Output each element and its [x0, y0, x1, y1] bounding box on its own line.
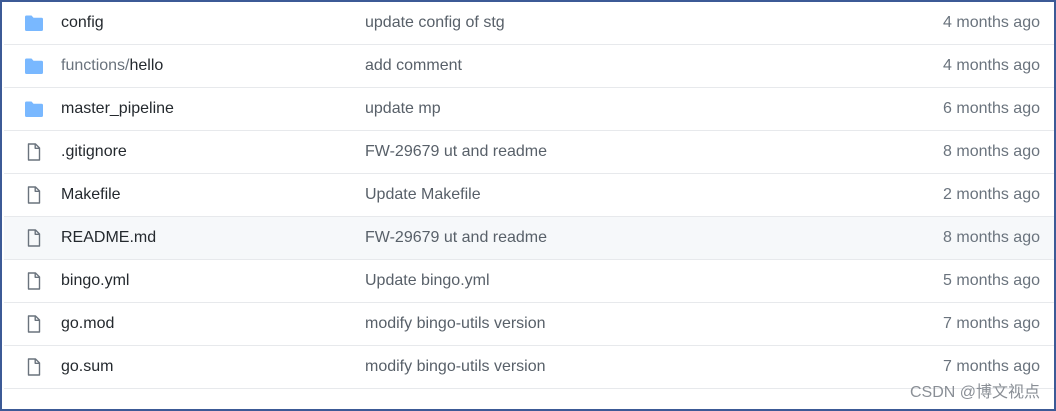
file-name[interactable]: bingo.yml: [61, 272, 129, 289]
file-browser-frame: config update config of stg 4 months ago fu…: [0, 0, 1056, 411]
folder-icon: [24, 14, 44, 32]
file-name[interactable]: master_pipeline: [61, 100, 174, 117]
file-icon: [24, 272, 44, 290]
file-row[interactable]: README.md FW-29679 ut and readme 8 months …: [4, 217, 1054, 260]
commit-message-link[interactable]: modify bingo-utils version: [365, 357, 546, 377]
file-name[interactable]: Makefile: [61, 186, 121, 203]
folder-icon: [24, 100, 44, 118]
file-row[interactable]: go.mod modify bingo-utils version 7 months…: [4, 303, 1054, 346]
file-name[interactable]: .gitignore: [61, 143, 127, 160]
commit-message-link[interactable]: update mp: [365, 99, 441, 119]
file-name[interactable]: go.sum: [61, 358, 113, 375]
file-name-link[interactable]: go.sum: [61, 357, 113, 377]
file-name[interactable]: README.md: [61, 229, 156, 246]
commit-message-link[interactable]: update config of stg: [365, 13, 505, 33]
folder-row[interactable]: config update config of stg 4 months ago: [4, 2, 1054, 45]
folder-row[interactable]: functions/hello add comment 4 months ago: [4, 45, 1054, 88]
commit-message-link[interactable]: modify bingo-utils version: [365, 314, 546, 334]
file-icon: [24, 229, 44, 247]
file-name[interactable]: config: [61, 14, 104, 31]
commit-message-link[interactable]: Update bingo.yml: [365, 271, 490, 291]
commit-age: 2 months ago: [943, 186, 1040, 203]
file-row[interactable]: .gitignore FW-29679 ut and readme 8 months…: [4, 131, 1054, 174]
file-name[interactable]: hello: [129, 57, 163, 74]
commit-message-link[interactable]: FW-29679 ut and readme: [365, 142, 547, 162]
file-row[interactable]: bingo.yml Update bingo.yml 5 months ago: [4, 260, 1054, 303]
file-row[interactable]: go.sum modify bingo-utils version 7 months…: [4, 346, 1054, 389]
commit-age: 6 months ago: [943, 100, 1040, 117]
commit-message-link[interactable]: Update Makefile: [365, 185, 481, 205]
file-name-link[interactable]: bingo.yml: [61, 271, 129, 291]
file-icon: [24, 358, 44, 376]
folder-icon: [24, 57, 44, 75]
file-name-link[interactable]: config: [61, 13, 104, 33]
commit-message-link[interactable]: FW-29679 ut and readme: [365, 228, 547, 248]
file-icon: [24, 315, 44, 333]
file-name-link[interactable]: functions/hello: [61, 56, 163, 76]
commit-message-link[interactable]: add comment: [365, 56, 462, 76]
commit-age: 5 months ago: [943, 272, 1040, 289]
commit-age: 8 months ago: [943, 229, 1040, 246]
file-name-link[interactable]: .gitignore: [61, 142, 127, 162]
folder-row[interactable]: master_pipeline update mp 6 months ago: [4, 88, 1054, 131]
file-list: config update config of stg 4 months ago fu…: [4, 2, 1054, 389]
file-name[interactable]: go.mod: [61, 315, 114, 332]
file-name-link[interactable]: README.md: [61, 228, 156, 248]
watermark: CSDN @博文视点: [909, 384, 1040, 401]
file-name-link[interactable]: Makefile: [61, 185, 121, 205]
commit-age: 8 months ago: [943, 143, 1040, 160]
file-row[interactable]: Makefile Update Makefile 2 months ago: [4, 174, 1054, 217]
file-name-link[interactable]: master_pipeline: [61, 99, 174, 119]
file-name-link[interactable]: go.mod: [61, 314, 114, 334]
commit-age: 7 months ago: [943, 358, 1040, 375]
commit-age: 7 months ago: [943, 315, 1040, 332]
file-icon: [24, 186, 44, 204]
file-icon: [24, 143, 44, 161]
file-name-prefix[interactable]: functions/: [61, 57, 129, 74]
commit-age: 4 months ago: [943, 57, 1040, 74]
commit-age: 4 months ago: [943, 14, 1040, 31]
